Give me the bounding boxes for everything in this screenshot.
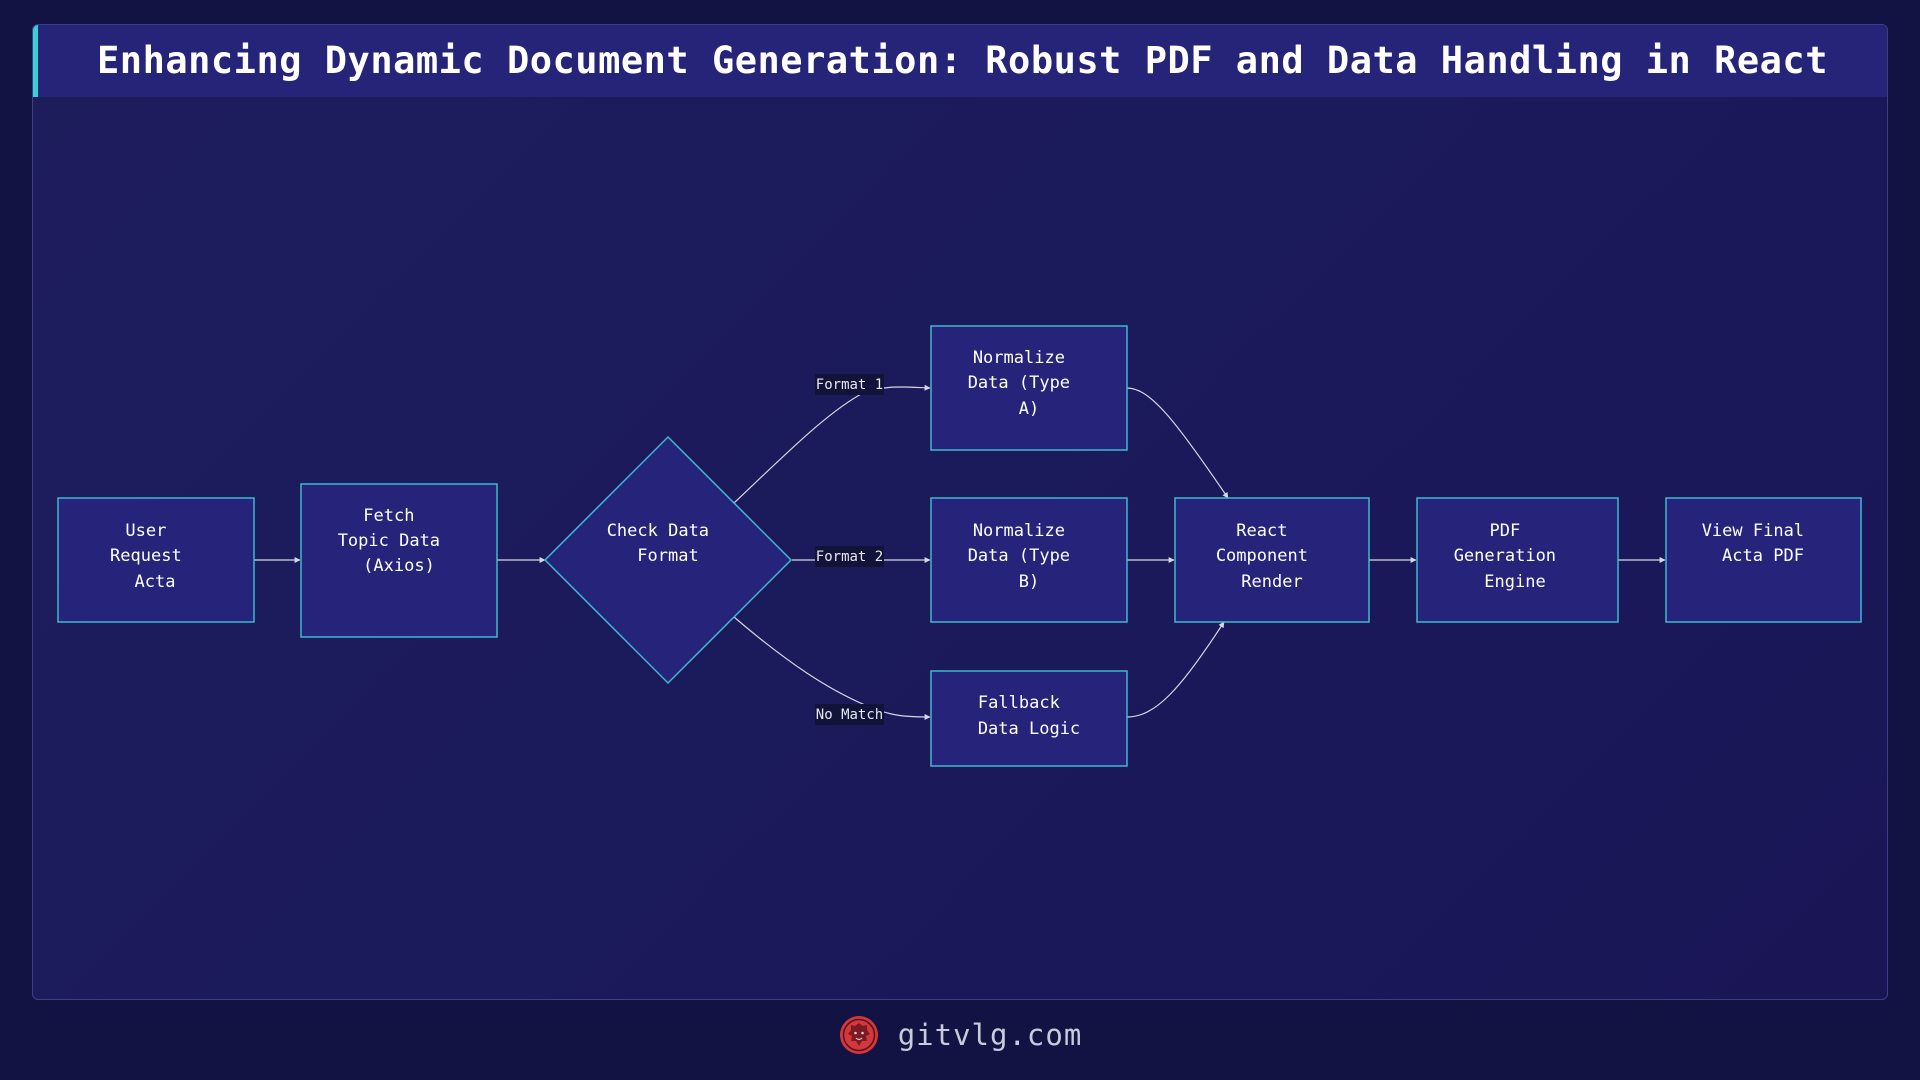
footer: gitvlg.com (0, 1010, 1920, 1060)
edge-normalize-a-to-react (1126, 387, 1229, 499)
edge-label-format1: Format 1 (815, 374, 884, 395)
svg-text:Format 1: Format 1 (816, 377, 883, 393)
node-fallback-data-logic[interactable]: Fallback Data Logic (930, 670, 1128, 767)
edge-label-no-match: No Match (815, 704, 884, 725)
edge-check-to-fallback (733, 616, 931, 720)
node-check-data-format[interactable]: Check Data Format (543, 435, 793, 685)
node-normalize-type-b[interactable]: Normalize Data (Type B) (930, 497, 1128, 623)
node-user-request[interactable]: User Request Acta (57, 497, 255, 623)
node-fetch-topic-data[interactable]: Fetch Topic Data (Axios) (300, 483, 498, 638)
node-view-final-acta-pdf[interactable]: View Final Acta PDF (1665, 497, 1862, 623)
footer-site-name[interactable]: gitvlg.com (898, 1018, 1083, 1052)
node-normalize-type-a[interactable]: Normalize Data (Type A) (930, 325, 1128, 451)
lion-head-icon (839, 1016, 878, 1054)
edge-label-format2: Format 2 (815, 546, 884, 567)
node-react-component-render[interactable]: React Component Render (1174, 497, 1370, 623)
flowchart: Format 1 Format 2 No Match User Request … (57, 325, 1862, 767)
edge-fallback-to-react (1126, 621, 1225, 718)
node-pdf-generation-engine[interactable]: PDF Generation Engine (1416, 497, 1619, 623)
edge-check-to-normalize-a (733, 384, 931, 504)
svg-text:Format 2: Format 2 (816, 549, 883, 565)
svg-text:No Match: No Match (816, 707, 883, 723)
